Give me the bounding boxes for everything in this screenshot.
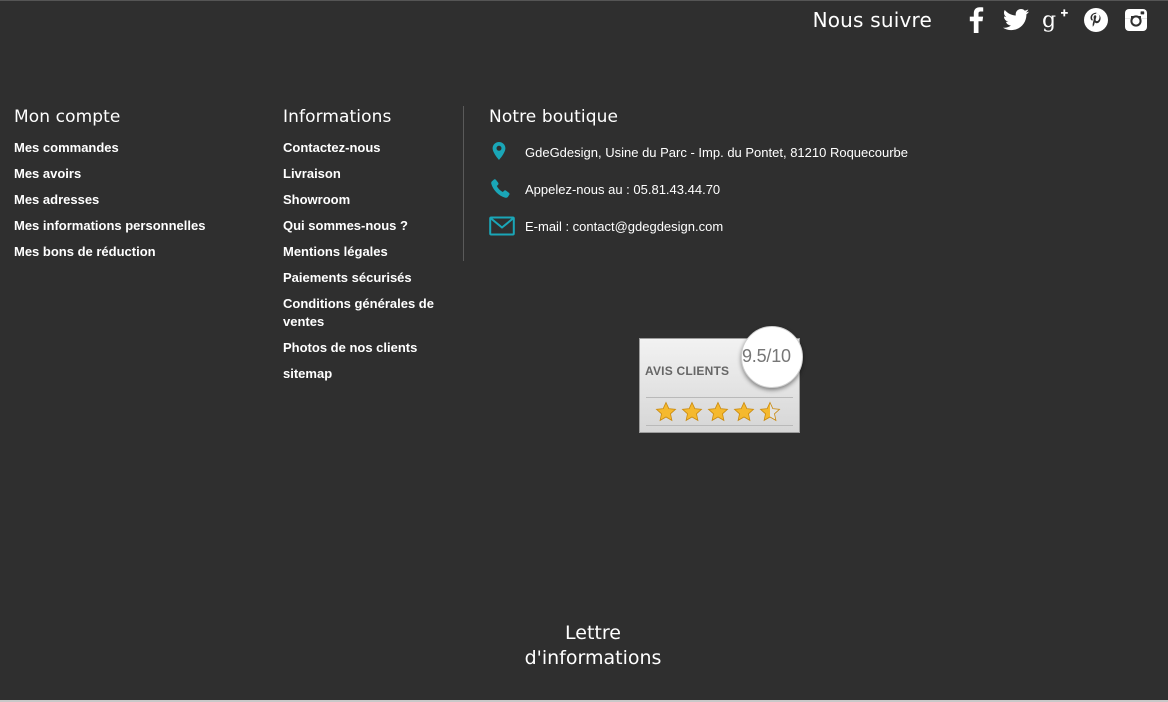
link-addresses[interactable]: Mes adresses <box>14 191 99 209</box>
star-icon <box>707 401 729 422</box>
badge-divider <box>646 397 793 398</box>
facebook-icon[interactable] <box>962 6 990 34</box>
column-divider <box>463 106 464 261</box>
store-address: GdeGdesign, Usine du Parc - Imp. du Pont… <box>525 144 909 160</box>
instagram-icon[interactable] <box>1122 6 1150 34</box>
badge-divider-bottom <box>646 425 793 426</box>
link-vouchers[interactable]: Mes bons de réduction <box>14 243 156 261</box>
star-icon <box>655 401 677 422</box>
store-phone[interactable]: Appelez-nous au : 05.81.43.44.70 <box>525 182 720 197</box>
social-bar: Nous suivre g <box>813 5 1150 35</box>
link-credits[interactable]: Mes avoirs <box>14 165 81 183</box>
customer-reviews-badge[interactable]: AVIS CLIENTS 9.5/10 <box>639 326 803 433</box>
twitter-icon[interactable] <box>1002 6 1030 34</box>
star-icon <box>759 401 781 422</box>
store-column: Notre boutique GdeGdesign, Usine du Parc… <box>489 107 1089 250</box>
link-contact[interactable]: Contactez-nous <box>283 139 448 157</box>
envelope-icon <box>489 213 525 239</box>
rating-stars <box>655 401 785 422</box>
reviews-label: AVIS CLIENTS <box>645 364 730 378</box>
informations-title: Informations <box>283 107 392 127</box>
account-links: Mes commandes Mes avoirs Mes adresses Me… <box>14 139 254 261</box>
social-title: Nous suivre <box>812 8 932 32</box>
account-title: Mon compte <box>14 107 121 127</box>
star-icon <box>733 401 755 422</box>
google-plus-icon[interactable]: g <box>1042 6 1070 34</box>
link-customer-photos[interactable]: Photos de nos clients <box>283 339 448 357</box>
phone-icon <box>489 176 525 202</box>
informations-links: Contactez-nous Livraison Showroom Qui so… <box>283 139 453 383</box>
link-terms[interactable]: Conditions générales de ventes <box>283 295 448 331</box>
newsletter-title: Lettre d'informations <box>493 621 693 671</box>
pinterest-icon[interactable] <box>1082 6 1110 34</box>
link-showroom[interactable]: Showroom <box>283 191 448 209</box>
store-title: Notre boutique <box>489 107 619 127</box>
newsletter-title-line1: Lettre <box>565 622 621 644</box>
informations-column: Informations Contactez-nous Livraison Sh… <box>283 107 453 391</box>
footer: Nous suivre g Mon compte Mes commandes M… <box>0 0 1168 702</box>
account-column: Mon compte Mes commandes Mes avoirs Mes … <box>14 107 254 269</box>
link-sitemap[interactable]: sitemap <box>283 365 448 383</box>
link-personal-info[interactable]: Mes informations personnelles <box>14 217 205 235</box>
link-delivery[interactable]: Livraison <box>283 165 448 183</box>
store-email[interactable]: E-mail : contact@gdegdesign.com <box>525 219 723 234</box>
link-orders[interactable]: Mes commandes <box>14 139 119 157</box>
location-pin-icon <box>489 139 525 165</box>
reviews-score: 9.5/10 <box>742 346 791 366</box>
star-icon <box>681 401 703 422</box>
link-about-us[interactable]: Qui sommes-nous ? <box>283 217 448 235</box>
newsletter-title-line2: d'informations <box>524 647 662 669</box>
store-phone-row: Appelez-nous au : 05.81.43.44.70 <box>489 176 1089 202</box>
link-secure-payment[interactable]: Paiements sécurisés <box>283 269 448 287</box>
link-legal-notice[interactable]: Mentions légales <box>283 243 448 261</box>
store-address-row: GdeGdesign, Usine du Parc - Imp. du Pont… <box>489 139 1089 165</box>
svg-text:g: g <box>1042 8 1056 33</box>
store-email-row: E-mail : contact@gdegdesign.com <box>489 213 1089 239</box>
